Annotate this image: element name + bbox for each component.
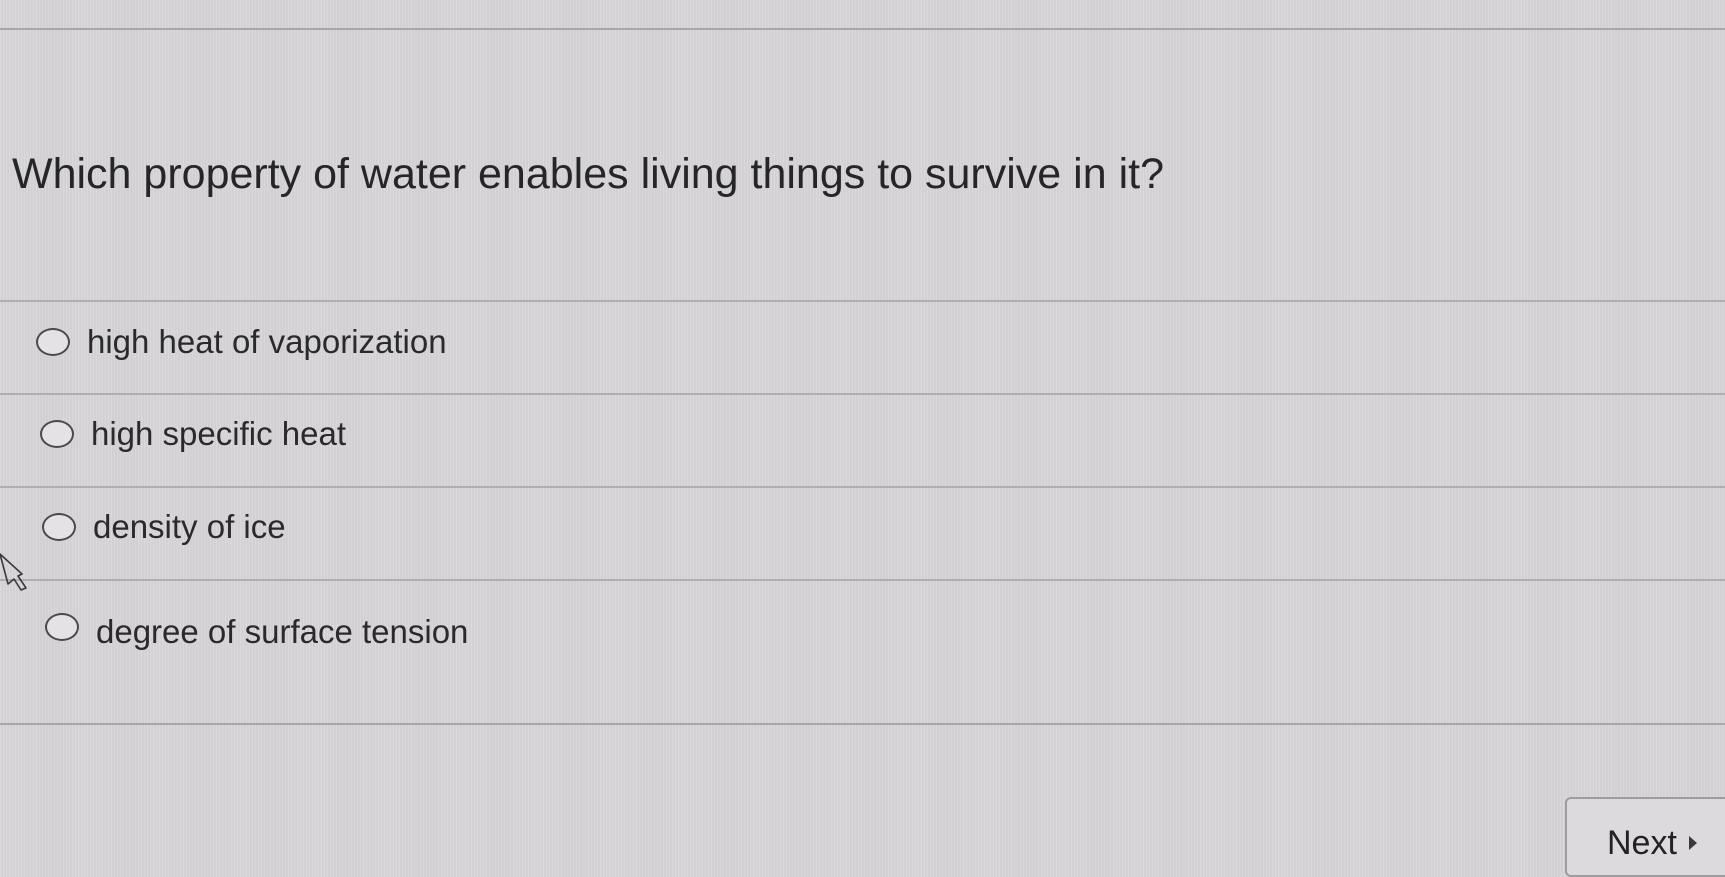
radio-button[interactable] xyxy=(45,613,79,641)
answer-option-label: density of ice xyxy=(93,507,286,545)
answer-options: high heat of vaporization high specific … xyxy=(0,300,1725,725)
radio-button[interactable] xyxy=(36,327,70,356)
answer-option-label: high specific heat xyxy=(91,414,346,452)
answer-option[interactable]: high heat of vaporization xyxy=(0,300,1725,393)
answer-option-label: high heat of vaporization xyxy=(87,322,447,360)
radio-button[interactable] xyxy=(42,512,76,541)
radio-button[interactable] xyxy=(40,419,74,448)
question-text: Which property of water enables living t… xyxy=(12,150,1164,198)
caret-right-icon xyxy=(1688,836,1697,850)
answer-option[interactable]: degree of surface tension xyxy=(0,579,1725,725)
next-button[interactable]: Next xyxy=(1565,797,1725,877)
answer-option[interactable]: high specific heat xyxy=(0,393,1725,486)
answer-option[interactable]: density of ice xyxy=(0,486,1725,579)
next-button-label: Next xyxy=(1607,823,1677,862)
mouse-pointer-icon xyxy=(0,553,27,591)
answer-option-label: degree of surface tension xyxy=(96,613,469,650)
top-divider xyxy=(0,28,1725,30)
